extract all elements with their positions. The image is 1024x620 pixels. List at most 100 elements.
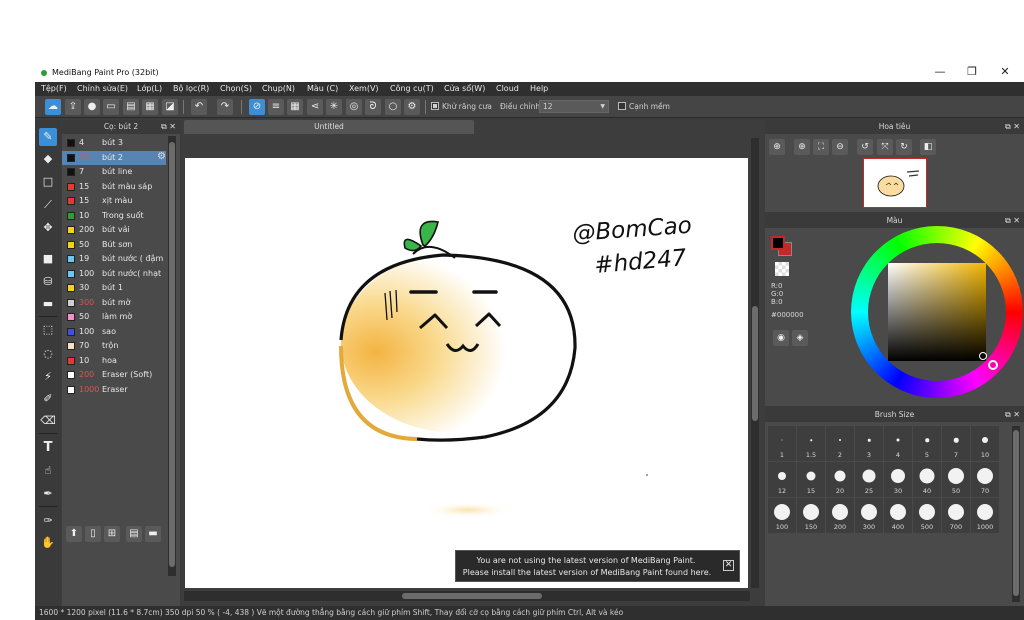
brush-item[interactable]: 7 bút line — [62, 165, 166, 180]
flip-icon[interactable]: ◧ — [920, 139, 936, 155]
brush-size-option[interactable]: 400 — [884, 498, 912, 533]
brush-item[interactable]: 10 hoa — [62, 354, 166, 369]
brush-size-scrollbar[interactable] — [1012, 426, 1020, 602]
brush-size-option[interactable]: 200 — [826, 498, 854, 533]
brush-size-option[interactable]: 10 — [971, 426, 999, 461]
zoom-in-alt-icon[interactable]: ⊕ — [794, 139, 810, 155]
burst-icon[interactable]: ✳ — [326, 99, 342, 115]
brush-item[interactable]: 300 bút mờ — [62, 296, 166, 311]
radial-icon[interactable]: ⋖ — [307, 99, 323, 115]
redo-icon[interactable]: ↷ — [217, 99, 233, 115]
palette-icon[interactable]: ◉ — [773, 330, 789, 346]
brush-doc-icon[interactable]: ▤ — [126, 526, 142, 542]
divide-icon[interactable]: ✒ — [39, 485, 57, 503]
eraser-icon[interactable]: ◆ — [39, 150, 57, 168]
brush-item[interactable]: 4 bút 3 — [62, 136, 166, 151]
canvas-vscroll-thumb[interactable] — [752, 306, 758, 421]
brush-size-option[interactable]: 12 — [768, 462, 796, 497]
document-icon[interactable]: ▤ — [123, 99, 139, 115]
brush-item[interactable]: 50 làm mờ — [62, 310, 166, 325]
menu-window[interactable]: Cửa sổ(W) — [444, 84, 485, 93]
menu-tools[interactable]: Công cụ(T) — [390, 84, 434, 93]
cloud-icon[interactable]: ☁ — [45, 99, 61, 115]
canvas-vertical-scrollbar[interactable] — [751, 138, 759, 588]
select-eraser-icon[interactable]: ⌫ — [39, 412, 57, 430]
share-icon[interactable]: ⇪ — [65, 99, 81, 115]
saturation-value-square[interactable] — [888, 263, 986, 361]
rotate-right-icon[interactable]: ↻ — [896, 139, 912, 155]
add-brush-icon[interactable]: ⊞ — [104, 526, 120, 542]
operation-icon[interactable]: ☝ — [39, 462, 57, 480]
brush-item[interactable]: 15 xịt màu — [62, 194, 166, 209]
brush-item[interactable]: 10 Trong suốt — [62, 209, 166, 224]
brush-size-scroll-thumb[interactable] — [1013, 430, 1019, 596]
rotate-left-icon[interactable]: ↺ — [857, 139, 873, 155]
menu-help[interactable]: Help — [530, 84, 548, 93]
hatch-icon[interactable]: ≡ — [268, 99, 284, 115]
brush-list-scrollbar[interactable] — [168, 136, 176, 576]
maximize-button[interactable]: ❐ — [964, 65, 980, 78]
menu-cloud[interactable]: Cloud — [496, 84, 519, 93]
brush-size-option[interactable]: 4 — [884, 426, 912, 461]
brush-size-option[interactable]: 70 — [971, 462, 999, 497]
undo-icon[interactable]: ↶ — [191, 99, 207, 115]
brush-size-option[interactable]: 500 — [913, 498, 941, 533]
eyedropper-icon[interactable]: ✑ — [39, 512, 57, 530]
panel-float-close-icon[interactable]: ⧉ ✕ — [161, 120, 176, 134]
brush-item[interactable]: 200 Eraser (Soft) — [62, 368, 166, 383]
close-icon[interactable]: ✕ — [723, 560, 734, 571]
zoom-in-icon[interactable]: ⊕ — [769, 139, 785, 155]
chat-icon[interactable]: ▭ — [103, 99, 119, 115]
brush-item[interactable]: 100 bút nước( nhạt — [62, 267, 166, 282]
palette-add-icon[interactable]: ◈ — [792, 330, 808, 346]
menu-edit[interactable]: Chỉnh sửa(E) — [77, 84, 128, 93]
brush-folder-icon[interactable]: ▬ — [145, 526, 161, 542]
bucket-icon[interactable]: ⛁ — [39, 273, 57, 291]
brush-size-option[interactable]: 15 — [797, 462, 825, 497]
brush-item[interactable]: 70 trộn — [62, 339, 166, 354]
brush-item[interactable]: 10 bút 2 ⚙ — [62, 150, 166, 165]
lasso-icon[interactable]: ◌ — [39, 345, 57, 363]
navigator-thumbnail[interactable] — [863, 158, 927, 208]
update-notice-line2[interactable]: Please install the latest version of Med… — [456, 568, 718, 577]
rectangle-icon[interactable]: □ — [39, 173, 57, 191]
brush-size-option[interactable]: 300 — [855, 498, 883, 533]
drawing-canvas[interactable]: @BomCao #hd247 — [185, 158, 748, 588]
minimize-button[interactable]: — — [932, 65, 948, 78]
panel-float-close-icon[interactable]: ⧉ ✕ — [1005, 214, 1020, 228]
brush-size-option[interactable]: 7 — [942, 426, 970, 461]
brush-size-option[interactable]: 30 — [884, 462, 912, 497]
brush-item[interactable]: 30 bút 1 — [62, 281, 166, 296]
menu-view[interactable]: Xem(V) — [349, 84, 379, 93]
brush-size-option[interactable]: 700 — [942, 498, 970, 533]
reset-view-icon[interactable]: ⤧ — [877, 139, 893, 155]
menu-filter[interactable]: Bộ lọc(R) — [173, 84, 209, 93]
brush-item[interactable]: 1000 Eraser — [62, 383, 166, 398]
brush-list-scroll-thumb[interactable] — [169, 142, 175, 567]
curve-icon[interactable]: ᘐ — [365, 99, 381, 115]
select-pen-icon[interactable]: ✐ — [39, 390, 57, 408]
brush-size-option[interactable]: 1.5 — [797, 426, 825, 461]
close-button[interactable]: ✕ — [997, 65, 1013, 78]
antialias-checkbox[interactable] — [431, 102, 439, 110]
correction-select[interactable]: 12 ▼ — [539, 100, 609, 113]
brush-size-option[interactable]: 2 — [826, 426, 854, 461]
canvas-hscroll-thumb[interactable] — [402, 593, 542, 599]
transparent-color-swatch[interactable] — [775, 262, 789, 276]
hue-picker-handle[interactable] — [988, 360, 998, 370]
brush-size-option[interactable]: 150 — [797, 498, 825, 533]
comment-icon[interactable]: ● — [84, 99, 100, 115]
brush-size-option[interactable]: 5 — [913, 426, 941, 461]
brush-icon[interactable]: ✎ — [39, 128, 57, 146]
canvas-horizontal-scrollbar[interactable] — [184, 591, 750, 601]
brush-size-option[interactable]: 3 — [855, 426, 883, 461]
brush-size-option[interactable]: 100 — [768, 498, 796, 533]
panel-float-close-icon[interactable]: ⧉ ✕ — [1005, 408, 1020, 422]
no-pattern-icon[interactable]: ⊘ — [249, 99, 265, 115]
gradient-icon[interactable]: ▬ — [39, 295, 57, 313]
brush-item[interactable]: 50 Bút sơn — [62, 238, 166, 253]
foreground-color-swatch[interactable] — [771, 236, 785, 250]
brush-item[interactable]: 100 sao — [62, 325, 166, 340]
grid-icon[interactable]: ▦ — [142, 99, 158, 115]
layout-icon[interactable]: ◪ — [162, 99, 178, 115]
